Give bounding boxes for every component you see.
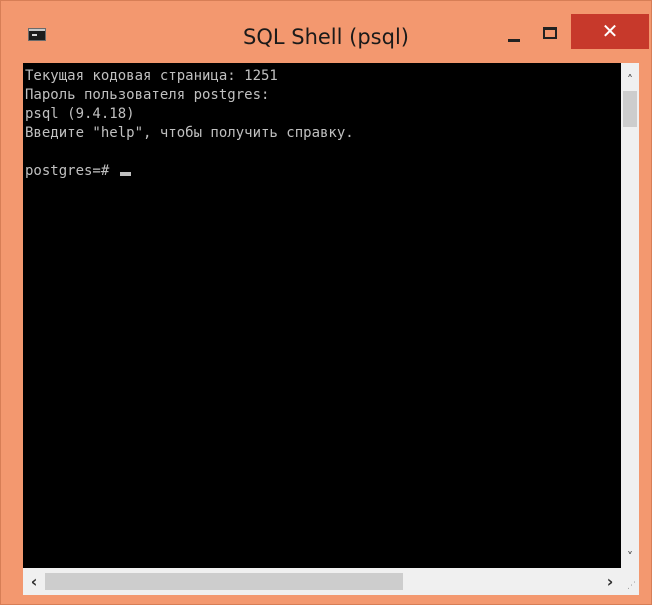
horizontal-scrollbar[interactable]: ‹ ›: [23, 568, 621, 595]
minimize-button[interactable]: [499, 29, 533, 53]
scroll-down-arrow-icon[interactable]: ˅: [621, 546, 639, 568]
scroll-left-arrow-icon[interactable]: ‹: [23, 568, 45, 595]
prompt-line[interactable]: postgres=#: [25, 162, 621, 181]
console-icon[interactable]: [28, 28, 46, 41]
console-line: psql (9.4.18): [25, 106, 135, 122]
text-cursor: [119, 172, 131, 176]
console-output[interactable]: Текущая кодовая страница: 1251 Пароль пол…: [23, 63, 621, 568]
scroll-right-arrow-icon[interactable]: ›: [599, 568, 621, 595]
size-grip[interactable]: ⋰: [621, 568, 639, 595]
resize-grip-icon: ⋰: [627, 581, 636, 591]
console-text: Текущая кодовая страница: 1251 Пароль пол…: [23, 63, 621, 181]
console-line: Пароль пользователя postgres:: [25, 87, 270, 103]
close-icon: ✕: [601, 19, 619, 43]
vertical-scrollbar[interactable]: ˄ ˅: [621, 63, 639, 568]
console-window: SQL Shell (psql) ✕ Текущая кодовая стран…: [0, 0, 652, 605]
maximize-button[interactable]: [535, 23, 569, 47]
console-line: Введите "help", чтобы получить справку.: [25, 125, 354, 141]
scroll-up-arrow-icon[interactable]: ˄: [621, 69, 639, 91]
prompt: postgres=#: [25, 163, 118, 179]
horizontal-scroll-thumb[interactable]: [45, 573, 403, 590]
title-bar[interactable]: SQL Shell (psql) ✕: [1, 1, 651, 63]
vertical-scroll-thumb[interactable]: [623, 91, 637, 127]
console-line: Текущая кодовая страница: 1251: [25, 68, 278, 84]
close-button[interactable]: ✕: [571, 14, 649, 49]
